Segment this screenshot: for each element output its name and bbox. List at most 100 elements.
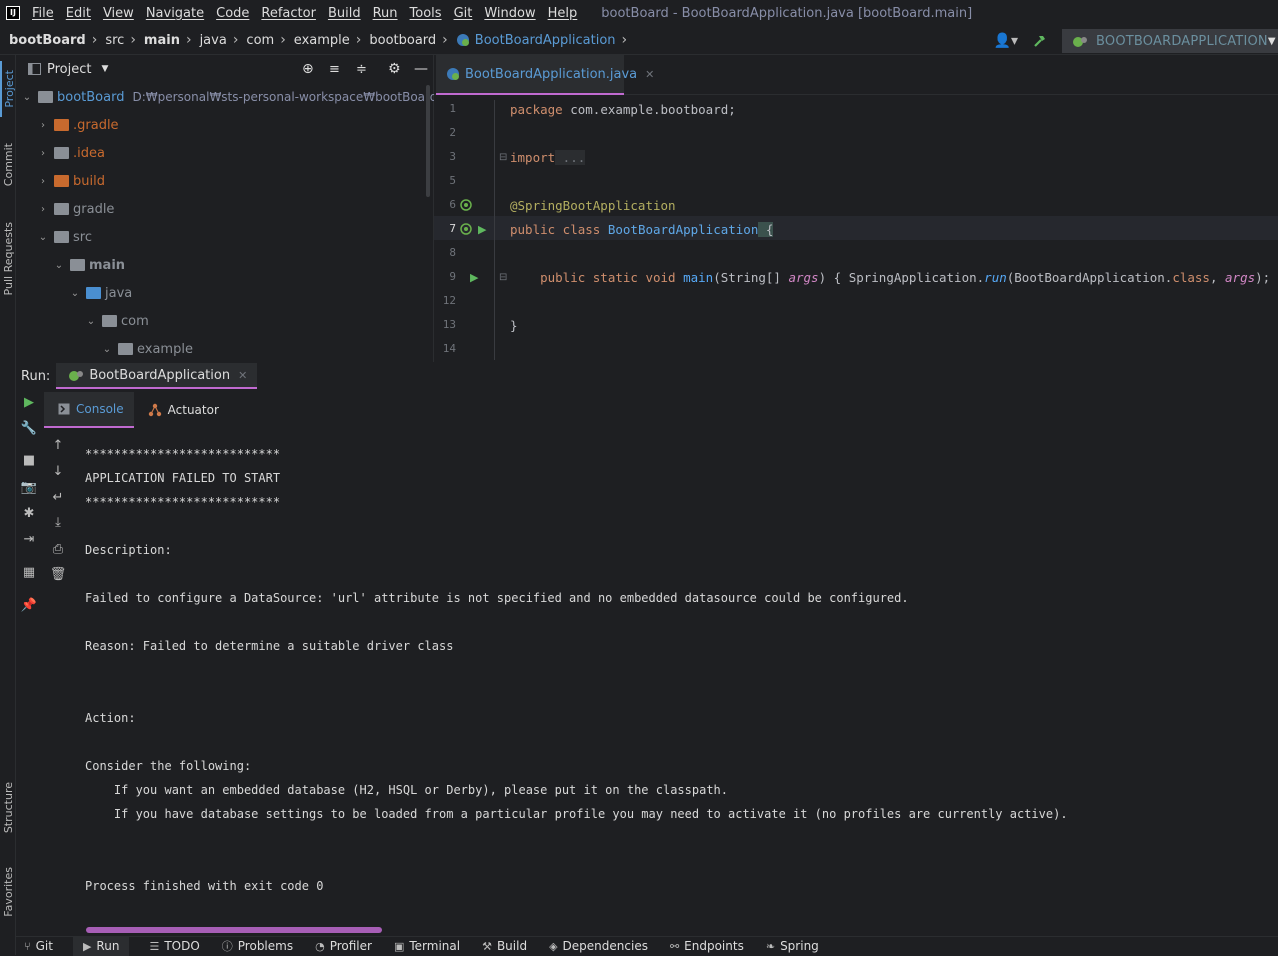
menu-git[interactable]: Git <box>454 6 473 21</box>
camera-icon[interactable]: 📷 <box>21 479 37 495</box>
expand-all-icon[interactable]: ≡ <box>329 62 340 77</box>
minimize-icon[interactable]: — <box>414 61 428 77</box>
tool-tab-commit[interactable]: Commit <box>0 135 16 195</box>
chevron-down-icon: ▼ <box>1267 35 1276 47</box>
gear-icon[interactable]: ⚙ <box>388 61 401 77</box>
tool-tab-pull-requests[interactable]: Pull Requests <box>0 213 16 305</box>
tool-tab-project[interactable]: Project <box>0 61 16 117</box>
bottom-tab-git[interactable]: ⑂ Git <box>22 937 55 956</box>
line-number: 7 <box>449 222 456 235</box>
tab-console[interactable]: Console <box>44 392 134 428</box>
list-icon: ☰ <box>149 939 160 953</box>
console-line: Process finished with exit code 0 <box>85 879 324 893</box>
tree-item-com[interactable]: ⌄ com <box>84 307 149 335</box>
menu-build[interactable]: Build <box>328 6 361 21</box>
collapse-all-icon[interactable]: ≑ <box>356 62 367 77</box>
breadcrumb-item-main[interactable]: main <box>144 33 180 48</box>
scroll-up-icon[interactable]: ↑ <box>50 437 66 453</box>
chevron-right-icon: › <box>41 203 45 215</box>
bottom-tab-endpoints[interactable]: ⚯ Endpoints <box>668 937 746 956</box>
menu-view[interactable]: View <box>103 6 134 21</box>
bottom-tab-build[interactable]: ⚒ Build <box>480 937 529 956</box>
tree-item-main[interactable]: ⌄ main <box>52 251 125 279</box>
menu-file[interactable]: File <box>32 6 54 21</box>
trash-icon[interactable]: 🗑 <box>50 566 67 582</box>
run-gutter-icon[interactable]: ▶ <box>470 271 478 284</box>
scroll-to-end-icon[interactable]: ⤓ <box>50 514 66 530</box>
tree-item-example[interactable]: ⌄ example <box>100 335 193 363</box>
console-horizontal-scrollbar[interactable] <box>86 927 382 933</box>
bottom-tab-terminal[interactable]: ▣ Terminal <box>392 937 462 956</box>
print-icon[interactable]: ⎙ <box>50 541 66 557</box>
console-line: Description: <box>85 543 172 557</box>
project-scrollbar[interactable] <box>426 85 430 197</box>
run-gutter-icon[interactable]: ▶ <box>478 223 486 236</box>
breadcrumb-item-src[interactable]: src <box>105 33 124 48</box>
menu-run[interactable]: Run <box>373 6 398 21</box>
tool-tab-favorites[interactable]: Favorites <box>0 858 16 926</box>
debug-icon[interactable]: ✱ <box>21 505 37 521</box>
chevron-down-icon: ⌄ <box>86 315 96 327</box>
bottom-tab-dependencies[interactable]: ◈ Dependencies <box>547 937 650 956</box>
tab-actuator[interactable]: Actuator <box>134 392 229 428</box>
line-number: 3 <box>449 150 456 163</box>
locate-icon[interactable]: ⊕ <box>302 61 314 77</box>
menu-refactor[interactable]: Refactor <box>261 6 316 21</box>
breadcrumb-item-com[interactable]: com <box>246 33 274 48</box>
tree-item-idea[interactable]: › .idea <box>36 139 105 167</box>
breadcrumb-item-class[interactable]: BootBoardApplication <box>475 33 616 48</box>
chevron-right-icon: › <box>185 32 192 48</box>
bottom-tab-profiler[interactable]: ◔ Profiler <box>313 937 374 956</box>
tree-item-gradle-hidden[interactable]: › .gradle <box>36 111 119 139</box>
chevron-right-icon: › <box>355 32 362 48</box>
bottom-tab-todo[interactable]: ☰ TODO <box>147 937 201 956</box>
tree-item-src[interactable]: ⌄ src <box>36 223 92 251</box>
tree-item-build[interactable]: › build <box>36 167 105 195</box>
line-number: 9 <box>449 270 456 283</box>
close-icon[interactable]: ✕ <box>645 68 654 81</box>
bottom-tab-run[interactable]: ▶ Run <box>72 936 130 956</box>
breadcrumb-item-bootboard[interactable]: bootBoard <box>9 33 86 48</box>
build-hammer-icon[interactable] <box>1032 33 1048 49</box>
run-tab[interactable]: BootBoardApplication ✕ <box>56 363 258 389</box>
fold-icon[interactable]: ⊟ <box>499 272 507 283</box>
breadcrumb-item-example[interactable]: example <box>294 33 350 48</box>
close-icon[interactable]: ✕ <box>238 369 247 382</box>
tree-root[interactable]: ⌄ bootBoard D:₩personal₩sts-personal-wor… <box>20 83 438 111</box>
wrench-icon[interactable]: 🔧 <box>21 420 37 436</box>
user-icon[interactable]: 👤▾ <box>994 33 1018 49</box>
folder-icon <box>54 203 69 215</box>
menu-navigate[interactable]: Navigate <box>146 6 204 21</box>
module-folder-icon <box>38 91 53 103</box>
scroll-down-icon[interactable]: ↓ <box>50 463 66 479</box>
project-panel-title[interactable]: Project <box>47 62 91 77</box>
layout-icon[interactable]: ▦ <box>21 564 37 580</box>
spring-bean-gutter-icon[interactable] <box>460 223 472 235</box>
tool-tab-structure[interactable]: Structure <box>0 775 16 841</box>
pin-icon[interactable]: 📌 <box>21 597 37 613</box>
tree-item-java[interactable]: ⌄ java <box>68 279 132 307</box>
stop-icon[interactable]: ■ <box>21 452 37 468</box>
editor-tab[interactable]: BootBoardApplication.java ✕ <box>436 55 654 95</box>
tree-item-gradle[interactable]: › gradle <box>36 195 114 223</box>
fold-icon[interactable]: ⊟ <box>499 152 507 163</box>
console-output[interactable]: *************************** APPLICATION … <box>85 438 1265 893</box>
breadcrumb-item-bootboard-pkg[interactable]: bootboard <box>369 33 436 48</box>
chevron-down-icon[interactable]: ▼ <box>101 64 108 74</box>
bottom-tab-problems[interactable]: ⓘ Problems <box>220 937 295 956</box>
exit-icon[interactable]: ⇥ <box>21 531 37 547</box>
soft-wrap-icon[interactable]: ↵ <box>50 489 66 505</box>
run-configuration-select[interactable]: BOOTBOARDAPPLICATION ▼ <box>1062 29 1278 53</box>
line-number: 6 <box>449 198 456 211</box>
breadcrumb-item-java[interactable]: java <box>200 33 227 48</box>
console-line: Action: <box>85 711 136 725</box>
menu-help[interactable]: Help <box>548 6 578 21</box>
rerun-icon[interactable]: ▶ <box>21 394 37 410</box>
menu-edit[interactable]: Edit <box>66 6 91 21</box>
menu-code[interactable]: Code <box>216 6 249 21</box>
menu-tools[interactable]: Tools <box>410 6 442 21</box>
menu-window[interactable]: Window <box>484 6 535 21</box>
spring-bean-gutter-icon[interactable] <box>460 199 472 211</box>
console-icon <box>58 403 70 415</box>
bottom-tab-spring[interactable]: ❧ Spring <box>764 937 821 956</box>
